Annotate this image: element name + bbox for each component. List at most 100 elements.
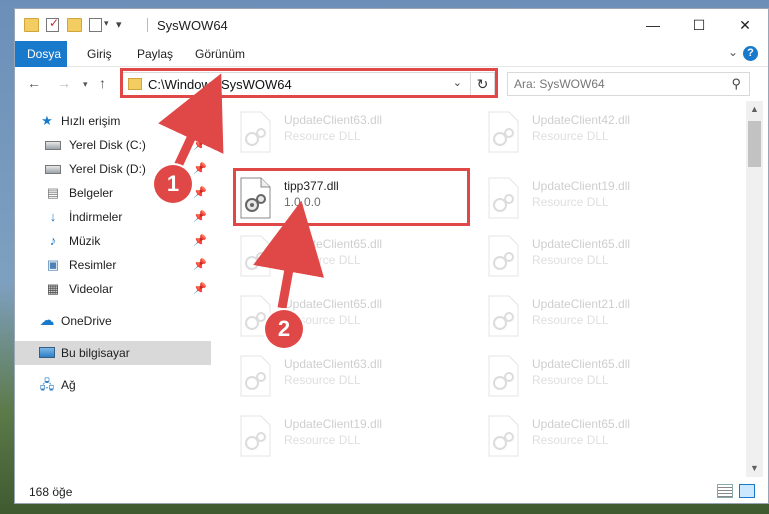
file-item[interactable]: UpdateClient19.dll Resource DLL xyxy=(484,173,724,229)
close-button[interactable]: ✕ xyxy=(722,9,768,41)
file-name: UpdateClient19.dll xyxy=(532,179,631,193)
nav-item-pictures[interactable]: ▣ Resimler 📌 xyxy=(15,253,211,277)
file-list: UpdateClient63.dll Resource DLL tipp377.… xyxy=(212,101,746,477)
pin-icon: 📌 xyxy=(193,139,207,151)
nav-item-videos[interactable]: ▦ Videolar 📌 xyxy=(15,277,211,301)
chevron-down-icon[interactable]: ▾ xyxy=(104,18,109,29)
nav-item-label: Müzik xyxy=(69,234,101,248)
star-icon: ★ xyxy=(41,113,53,128)
file-type: Resource DLL xyxy=(284,433,361,447)
file-item[interactable]: UpdateClient21.dll Resource DLL xyxy=(484,291,724,347)
nav-onedrive-label: OneDrive xyxy=(61,314,112,328)
search-input[interactable] xyxy=(514,76,714,92)
large-icons-view-icon[interactable] xyxy=(739,484,755,498)
folder-icon xyxy=(24,18,39,32)
item-count: 168 öğe xyxy=(29,485,73,499)
file-item[interactable]: UpdateClient65.dll Resource DLL xyxy=(484,351,724,407)
file-item[interactable]: UpdateClient19.dll Resource DLL xyxy=(236,411,476,467)
pin-icon: 📌 xyxy=(193,259,207,271)
search-box[interactable]: ⚲ xyxy=(507,72,750,96)
file-item[interactable]: UpdateClient63.dll Resource DLL xyxy=(236,351,476,407)
file-name: UpdateClient19.dll xyxy=(284,417,383,431)
recent-locations-icon[interactable]: ▾ xyxy=(83,79,88,90)
title-bar: ▾ ▾ SysWOW64 — ☐ ✕ xyxy=(15,9,768,41)
nav-item-downloads[interactable]: ↓ İndirmeler 📌 xyxy=(15,205,211,229)
dll-file-icon xyxy=(240,355,271,397)
tab-home[interactable]: Giriş xyxy=(75,41,124,67)
nav-item-label: Resimler xyxy=(69,258,117,272)
forward-arrow-icon[interactable]: → xyxy=(57,75,71,91)
back-arrow-icon[interactable]: ← xyxy=(27,75,41,91)
nav-this-pc[interactable]: Bu bilgisayar xyxy=(15,341,211,365)
tab-share[interactable]: Paylaş xyxy=(125,41,185,67)
scroll-thumb[interactable] xyxy=(748,121,761,167)
step-1-badge: 1 xyxy=(154,165,192,203)
dll-file-icon xyxy=(240,235,271,277)
maximize-button[interactable]: ☐ xyxy=(676,9,722,41)
dll-file-icon xyxy=(488,235,519,277)
download-icon: ↓ xyxy=(49,209,57,224)
file-name: UpdateClient65.dll xyxy=(284,297,383,311)
vertical-scrollbar[interactable]: ▲ ▼ xyxy=(746,101,763,477)
new-folder-icon[interactable] xyxy=(67,18,82,32)
tab-file[interactable]: Dosya xyxy=(15,41,67,67)
file-item[interactable]: UpdateClient65.dll Resource DLL xyxy=(236,231,476,287)
tab-view[interactable]: Görünüm xyxy=(183,41,257,67)
details-view-icon[interactable] xyxy=(717,484,733,498)
nav-item-label: Belgeler xyxy=(69,186,114,200)
file-type: Resource DLL xyxy=(532,129,609,143)
nav-item-music[interactable]: ♪ Müzik 📌 xyxy=(15,229,211,253)
help-icon[interactable]: ? xyxy=(743,46,758,61)
ribbon-expand-icon[interactable]: ⌄ xyxy=(728,45,738,59)
nav-onedrive[interactable]: ☁ OneDrive xyxy=(15,309,211,333)
file-name: UpdateClient42.dll xyxy=(532,113,631,127)
view-menu-icon[interactable] xyxy=(89,18,102,32)
file-type: Resource DLL xyxy=(532,253,609,267)
pin-icon: 📌 xyxy=(193,283,207,295)
nav-this-pc-label: Bu bilgisayar xyxy=(61,346,130,360)
navigation-pane: ★ Hızlı erişim Yerel Disk (C:) 📌 Yerel D… xyxy=(15,101,211,477)
address-highlight-box xyxy=(120,68,498,98)
file-type: Resource DLL xyxy=(532,313,609,327)
nav-item-drive-c[interactable]: Yerel Disk (C:) 📌 xyxy=(15,133,211,157)
nav-item-label: Yerel Disk (C:) xyxy=(69,138,146,152)
dll-file-icon xyxy=(488,355,519,397)
nav-item-label: Videolar xyxy=(69,282,113,296)
search-icon[interactable]: ⚲ xyxy=(731,76,741,92)
computer-icon xyxy=(39,347,55,358)
window-title: SysWOW64 xyxy=(157,18,228,33)
dll-file-icon xyxy=(488,415,519,457)
file-type: Resource DLL xyxy=(284,253,361,267)
dll-file-icon xyxy=(240,415,271,457)
pin-icon: 📌 xyxy=(193,163,207,175)
properties-icon[interactable] xyxy=(46,16,59,32)
file-name: UpdateClient65.dll xyxy=(284,237,383,251)
minimize-button[interactable]: — xyxy=(630,9,676,41)
file-item[interactable]: UpdateClient65.dll Resource DLL xyxy=(484,231,724,287)
quick-access-customize-icon[interactable]: ▾ xyxy=(116,18,122,31)
scroll-up-icon[interactable]: ▲ xyxy=(746,101,763,118)
cloud-icon: ☁ xyxy=(39,312,55,329)
nav-item-label: Yerel Disk (D:) xyxy=(69,162,146,176)
file-name: UpdateClient21.dll xyxy=(532,297,631,311)
step-2-badge: 2 xyxy=(265,310,303,348)
network-icon: 🖧 xyxy=(39,377,55,392)
up-arrow-icon[interactable]: ↑ xyxy=(99,75,106,91)
ribbon-tabs: Dosya Giriş Paylaş Görünüm ⌄ ? xyxy=(15,41,768,67)
nav-quick-access[interactable]: ★ Hızlı erişim xyxy=(15,109,211,133)
nav-quick-access-label: Hızlı erişim xyxy=(61,114,121,128)
dll-file-icon xyxy=(240,111,271,153)
status-bar: 168 öğe xyxy=(15,479,768,503)
pin-icon: 📌 xyxy=(193,235,207,247)
file-highlight-box xyxy=(233,168,470,226)
music-icon: ♪ xyxy=(49,233,57,248)
file-item[interactable]: UpdateClient42.dll Resource DLL xyxy=(484,107,724,163)
scroll-down-icon[interactable]: ▼ xyxy=(746,460,763,477)
file-item[interactable]: UpdateClient63.dll Resource DLL xyxy=(236,107,476,163)
drive-icon xyxy=(45,141,61,150)
file-item[interactable]: UpdateClient65.dll Resource DLL xyxy=(484,411,724,467)
nav-network[interactable]: 🖧 Ağ xyxy=(15,373,211,397)
file-name: UpdateClient63.dll xyxy=(284,113,383,127)
file-type: Resource DLL xyxy=(532,195,609,209)
file-name: UpdateClient63.dll xyxy=(284,357,383,371)
